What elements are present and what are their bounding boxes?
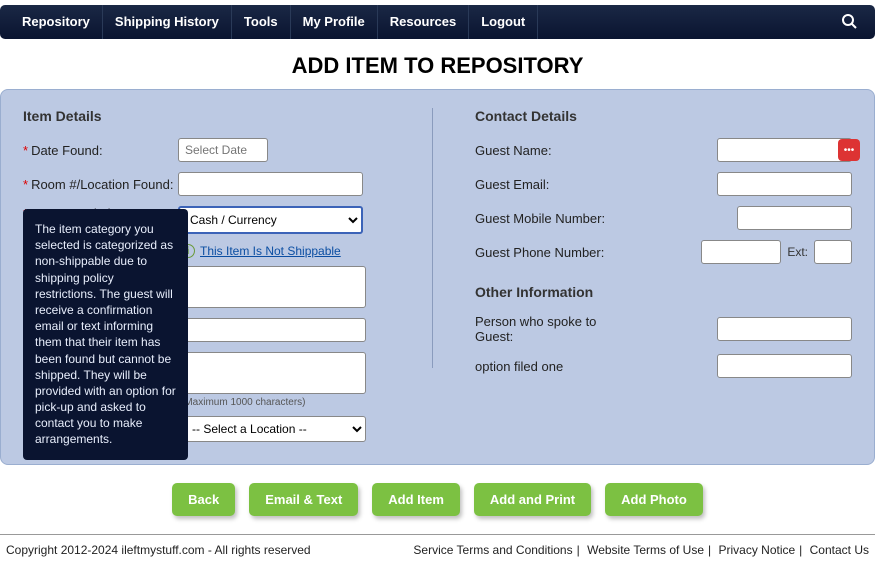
column-divider: [432, 108, 433, 368]
description-textarea-3[interactable]: [181, 352, 366, 394]
nav-repository[interactable]: Repository: [10, 5, 103, 39]
description-input-2[interactable]: [181, 318, 366, 342]
footer-link-contact[interactable]: Contact Us: [810, 543, 869, 557]
guest-phone-input[interactable]: [701, 240, 781, 264]
max-characters-note: (Maximum 1000 characters): [181, 397, 400, 408]
guest-name-label: Guest Name:: [475, 143, 630, 158]
guest-name-input[interactable]: [717, 138, 852, 162]
nav-shipping-history[interactable]: Shipping History: [103, 5, 232, 39]
guest-phone-label: Guest Phone Number:: [475, 245, 630, 260]
footer-link-terms[interactable]: Service Terms and Conditions: [413, 543, 572, 557]
person-spoke-input[interactable]: [717, 317, 852, 341]
page-title: ADD ITEM TO REPOSITORY: [0, 53, 875, 79]
top-nav: Repository Shipping History Tools My Pro…: [0, 5, 875, 39]
description-textarea-1[interactable]: [181, 266, 366, 308]
required-mark: *: [23, 143, 28, 158]
contact-details-col: Contact Details Guest Name: ••• Guest Em…: [465, 108, 852, 442]
room-location-label: Room #/Location Found:: [31, 177, 173, 192]
add-print-button[interactable]: Add and Print: [474, 483, 591, 516]
guest-lookup-button[interactable]: •••: [838, 139, 860, 161]
copyright-text: Copyright 2012-2024 ileftmystuff.com - A…: [6, 543, 311, 557]
footer-link-privacy[interactable]: Privacy Notice: [718, 543, 795, 557]
guest-email-input[interactable]: [717, 172, 852, 196]
date-found-label: Date Found:: [31, 143, 103, 158]
option-field-input[interactable]: [717, 354, 852, 378]
form-card: Item Details *Date Found: *Room #/Locati…: [0, 89, 875, 465]
required-mark: *: [23, 177, 28, 192]
email-text-button[interactable]: Email & Text: [249, 483, 358, 516]
footer: Copyright 2012-2024 ileftmystuff.com - A…: [0, 534, 875, 569]
not-shippable-link[interactable]: This Item Is Not Shippable: [200, 244, 341, 258]
ext-label: Ext:: [787, 245, 808, 259]
nav-my-profile[interactable]: My Profile: [291, 5, 378, 39]
non-shippable-tooltip: The item category you selected is catego…: [23, 209, 188, 460]
guest-phone-ext-input[interactable]: [814, 240, 852, 264]
location-select[interactable]: -- Select a Location --: [181, 416, 366, 442]
back-button[interactable]: Back: [172, 483, 235, 516]
option-field-label: option filed one: [475, 359, 635, 374]
add-photo-button[interactable]: Add Photo: [605, 483, 703, 516]
guest-mobile-label: Guest Mobile Number:: [475, 211, 630, 226]
person-spoke-label: Person who spoke to Guest:: [475, 314, 635, 344]
date-found-input[interactable]: [178, 138, 268, 162]
action-buttons: Back Email & Text Add Item Add and Print…: [0, 483, 875, 516]
item-details-heading: Item Details: [23, 108, 400, 124]
guest-email-label: Guest Email:: [475, 177, 630, 192]
item-details-col: Item Details *Date Found: *Room #/Locati…: [23, 108, 400, 442]
guest-mobile-input[interactable]: [737, 206, 852, 230]
item-category-select[interactable]: Cash / Currency: [178, 206, 363, 234]
nav-tools[interactable]: Tools: [232, 5, 291, 39]
add-item-button[interactable]: Add Item: [372, 483, 460, 516]
room-location-input[interactable]: [178, 172, 363, 196]
footer-link-use[interactable]: Website Terms of Use: [587, 543, 704, 557]
other-info-heading: Other Information: [475, 284, 852, 300]
contact-details-heading: Contact Details: [475, 108, 852, 124]
search-icon[interactable]: [833, 13, 865, 32]
nav-logout[interactable]: Logout: [469, 5, 538, 39]
nav-resources[interactable]: Resources: [378, 5, 469, 39]
